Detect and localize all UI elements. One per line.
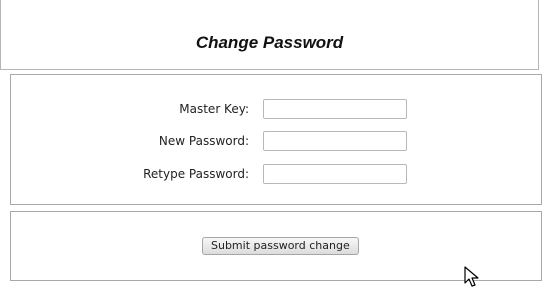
page-title: Change Password: [195, 33, 344, 52]
retype-password-label: Retype Password:: [143, 167, 249, 181]
master-key-label: Master Key:: [179, 102, 249, 116]
submit-password-change-button[interactable]: Submit password change: [202, 237, 359, 255]
change-password-page: Change Password Master Key: New Password…: [0, 0, 542, 287]
new-password-row: New Password:: [11, 131, 541, 153]
mouse-pointer-icon: [464, 266, 479, 287]
master-key-row: Master Key:: [11, 99, 541, 121]
master-key-input[interactable]: [263, 99, 407, 119]
new-password-input[interactable]: [263, 131, 407, 151]
retype-password-row: Retype Password:: [11, 164, 541, 186]
password-fields-panel: Master Key: New Password: Retype Passwor…: [10, 74, 542, 205]
new-password-label: New Password:: [158, 134, 249, 148]
retype-password-input[interactable]: [263, 164, 407, 184]
title-panel: Change Password: [0, 0, 539, 70]
